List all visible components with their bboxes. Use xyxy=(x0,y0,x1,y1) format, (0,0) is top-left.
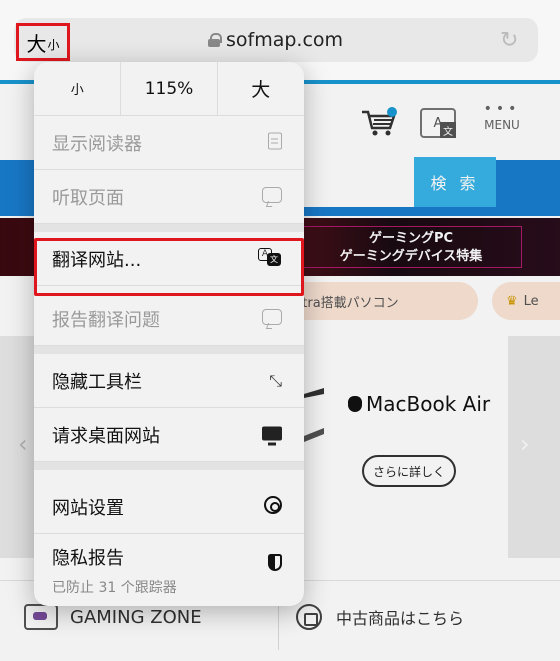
monitor-icon xyxy=(262,425,282,445)
menu-separator xyxy=(34,224,304,232)
speaker-bubble-icon xyxy=(262,186,282,207)
translate-icon: A文 xyxy=(258,247,282,270)
menu-item-show-reader[interactable]: 显示阅读器 xyxy=(34,116,304,170)
menu-item-label: 翻译网站... xyxy=(52,249,142,271)
privacy-report-subtitle: 已防止 31 个跟踪器 xyxy=(52,580,177,596)
zoom-percent[interactable]: 115% xyxy=(121,62,216,115)
aa-large-label: 大 xyxy=(26,31,47,56)
reader-icon xyxy=(268,132,282,153)
menu-item-label: 显示阅读器 xyxy=(52,133,142,155)
menu-item-label: 听取页面 xyxy=(52,187,124,209)
page-menu-popover: 小 115% 大 显示阅读器 听取页面 翻译网站... A文 报告翻译问题 隐藏… xyxy=(34,62,304,606)
aa-small-label: 小 xyxy=(47,37,60,52)
menu-item-listen-page[interactable]: 听取页面 xyxy=(34,170,304,224)
menu-separator xyxy=(34,346,304,354)
menu-item-site-settings[interactable]: 网站设置 xyxy=(34,480,304,534)
menu-item-label: 网站设置 xyxy=(52,497,124,519)
menu-item-label: 请求桌面网站 xyxy=(52,425,160,447)
menu-item-label: 隐私报告 xyxy=(52,548,124,569)
menu-item-label: 隐藏工具栏 xyxy=(52,371,142,393)
menu-separator xyxy=(34,462,304,470)
menu-item-hide-toolbar[interactable]: 隐藏工具栏 ⤡ xyxy=(34,354,304,408)
url-text: sofmap.com xyxy=(226,29,344,51)
menu-item-request-desktop[interactable]: 请求桌面网站 xyxy=(34,408,304,462)
zoom-out-button[interactable]: 小 xyxy=(34,62,122,115)
expand-arrows-icon: ⤡ xyxy=(269,370,282,390)
report-bubble-icon xyxy=(262,308,282,329)
gear-icon xyxy=(264,495,282,518)
shield-icon xyxy=(268,554,282,575)
reload-icon[interactable]: ↻ xyxy=(500,28,518,53)
zoom-controls: 小 115% 大 xyxy=(34,62,304,116)
url-display[interactable]: sofmap.com xyxy=(208,29,343,51)
zoom-in-button[interactable]: 大 xyxy=(216,62,304,115)
page-settings-button[interactable]: 大小 xyxy=(16,23,70,61)
lock-icon xyxy=(208,33,222,47)
menu-item-report-translation[interactable]: 报告翻译问题 xyxy=(34,292,304,346)
menu-item-label: 报告翻译问题 xyxy=(52,309,160,331)
menu-item-translate-site[interactable]: 翻译网站... A文 xyxy=(34,232,304,286)
